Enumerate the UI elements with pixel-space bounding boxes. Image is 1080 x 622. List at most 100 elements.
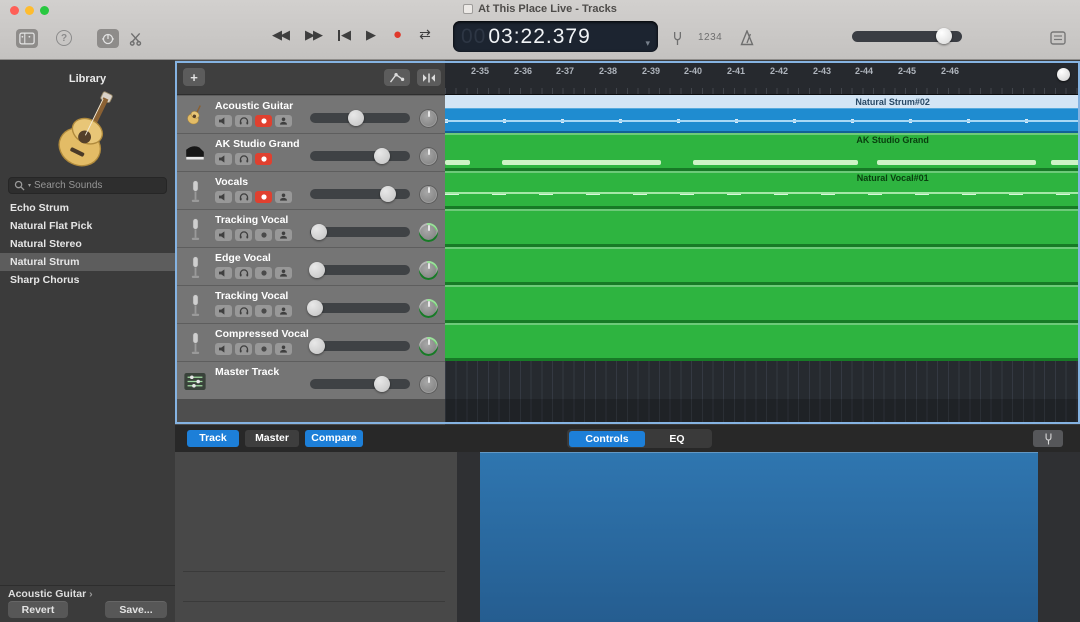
region-tracking-vocal-2[interactable] xyxy=(445,285,1080,323)
cycle-button[interactable]: ⇄ xyxy=(419,26,431,43)
quick-help-button[interactable]: ? xyxy=(56,30,72,46)
editors-button[interactable] xyxy=(126,30,144,47)
tab-track[interactable]: Track xyxy=(187,430,239,447)
record-enable-button[interactable] xyxy=(255,343,272,355)
input-monitoring-button[interactable] xyxy=(275,305,292,317)
track-header-tracking-vocal-1[interactable]: Tracking Vocal xyxy=(175,209,445,247)
mute-button[interactable] xyxy=(215,229,232,241)
input-monitoring-button[interactable] xyxy=(275,115,292,127)
track-volume-knob[interactable] xyxy=(374,376,390,392)
track-volume-slider[interactable] xyxy=(310,189,410,199)
record-enable-button[interactable] xyxy=(255,267,272,279)
library-item-echo-strum[interactable]: Echo Strum xyxy=(0,199,175,217)
track-header-master-track[interactable]: Master Track xyxy=(175,361,445,399)
track-volume-slider[interactable] xyxy=(310,113,410,123)
solo-headphones-button[interactable] xyxy=(235,343,252,355)
track-volume-slider[interactable] xyxy=(310,265,410,275)
master-track-lane[interactable] xyxy=(445,361,1080,399)
track-volume-slider[interactable] xyxy=(310,151,410,161)
solo-headphones-button[interactable] xyxy=(235,267,252,279)
track-volume-knob[interactable] xyxy=(348,110,364,126)
master-volume-knob[interactable] xyxy=(936,28,952,44)
track-header-ak-studio-grand[interactable]: AK Studio Grand xyxy=(175,133,445,171)
input-monitoring-button[interactable] xyxy=(275,229,292,241)
track-volume-slider[interactable] xyxy=(310,341,410,351)
pan-knob[interactable] xyxy=(419,185,438,204)
record-button[interactable]: ● xyxy=(393,26,402,43)
pan-knob[interactable] xyxy=(419,299,438,318)
track-volume-knob[interactable] xyxy=(380,186,396,202)
record-enable-button[interactable] xyxy=(255,115,272,127)
record-enable-button[interactable] xyxy=(255,305,272,317)
library-item-natural-flat-pick[interactable]: Natural Flat Pick xyxy=(0,217,175,235)
track-volume-knob[interactable] xyxy=(307,300,323,316)
mute-button[interactable] xyxy=(215,343,232,355)
input-monitoring-button[interactable] xyxy=(275,267,292,279)
pan-knob[interactable] xyxy=(419,261,438,280)
count-in-button[interactable]: 1234 xyxy=(698,32,722,43)
pan-knob[interactable] xyxy=(419,375,438,394)
catch-playhead-button[interactable] xyxy=(417,69,441,86)
region-natural-vocal[interactable]: Natural Vocal#01 xyxy=(445,171,1080,209)
pan-knob[interactable] xyxy=(419,109,438,128)
add-track-button[interactable]: + xyxy=(183,68,205,86)
input-monitoring-button[interactable] xyxy=(275,343,292,355)
region-compressed-vocal[interactable] xyxy=(445,323,1080,361)
solo-headphones-button[interactable] xyxy=(235,305,252,317)
track-volume-slider[interactable] xyxy=(310,379,410,389)
region-ak-studio-grand[interactable]: AK Studio Grand xyxy=(445,133,1080,171)
mute-button[interactable] xyxy=(215,305,232,317)
region-edge-vocal[interactable] xyxy=(445,247,1080,285)
search-input[interactable]: ▾ Search Sounds xyxy=(8,177,167,194)
go-to-beginning-button[interactable]: ◀ xyxy=(338,27,349,43)
pan-knob[interactable] xyxy=(419,337,438,356)
lcd-display[interactable]: 00 03:22.379 ▾ xyxy=(453,21,658,52)
track-volume-knob[interactable] xyxy=(311,224,327,240)
region-natural-strum[interactable]: Natural Strum#02 xyxy=(445,95,1080,133)
metronome-button[interactable] xyxy=(738,28,756,48)
mute-button[interactable] xyxy=(215,153,232,165)
track-header-tracking-vocal-2[interactable]: Tracking Vocal xyxy=(175,285,445,323)
mute-button[interactable] xyxy=(215,191,232,203)
media-browser-button[interactable] xyxy=(1048,29,1068,47)
master-volume-slider[interactable] xyxy=(852,31,962,42)
solo-headphones-button[interactable] xyxy=(235,191,252,203)
pan-knob[interactable] xyxy=(419,223,438,242)
fast-forward-button[interactable]: ▶▶ xyxy=(305,27,321,43)
play-button[interactable]: ▶ xyxy=(366,27,376,43)
save-button[interactable]: Save... xyxy=(105,601,167,618)
mute-button[interactable] xyxy=(215,115,232,127)
track-volume-knob[interactable] xyxy=(309,262,325,278)
tuner-button[interactable] xyxy=(668,28,686,48)
track-volume-knob[interactable] xyxy=(309,338,325,354)
tab-eq[interactable]: EQ xyxy=(652,431,702,447)
automation-button[interactable] xyxy=(384,69,410,86)
revert-button[interactable]: Revert xyxy=(8,601,68,618)
pan-knob[interactable] xyxy=(419,147,438,166)
library-item-sharp-chorus[interactable]: Sharp Chorus xyxy=(0,271,175,289)
library-item-natural-stereo[interactable]: Natural Stereo xyxy=(0,235,175,253)
tab-controls[interactable]: Controls xyxy=(569,431,645,447)
current-patch-breadcrumb[interactable]: Acoustic Guitar › xyxy=(0,585,175,601)
mute-button[interactable] xyxy=(215,267,232,279)
track-header-compressed-vocal[interactable]: Compressed Vocal xyxy=(175,323,445,361)
lcd-chevron-down-icon[interactable]: ▾ xyxy=(645,38,650,52)
zoom-slider-knob[interactable] xyxy=(1057,68,1070,81)
record-enable-button[interactable] xyxy=(255,153,272,165)
solo-headphones-button[interactable] xyxy=(235,153,252,165)
track-volume-slider[interactable] xyxy=(310,303,410,313)
tab-master[interactable]: Master xyxy=(245,430,299,447)
record-enable-button[interactable] xyxy=(255,191,272,203)
timeline-ruler[interactable]: 2-35 2-36 2-37 2-38 2-39 2-40 2-41 2-42 … xyxy=(445,62,1080,95)
region-tracking-vocal-1[interactable] xyxy=(445,209,1080,247)
library-toggle-button[interactable] xyxy=(16,29,38,48)
track-header-acoustic-guitar[interactable]: Acoustic Guitar xyxy=(175,95,445,133)
solo-headphones-button[interactable] xyxy=(235,115,252,127)
track-header-edge-vocal[interactable]: Edge Vocal xyxy=(175,247,445,285)
smart-control-tuner-button[interactable] xyxy=(1033,430,1063,447)
tab-compare[interactable]: Compare xyxy=(305,430,363,447)
record-enable-button[interactable] xyxy=(255,229,272,241)
solo-headphones-button[interactable] xyxy=(235,229,252,241)
track-volume-slider[interactable] xyxy=(310,227,410,237)
track-volume-knob[interactable] xyxy=(374,148,390,164)
